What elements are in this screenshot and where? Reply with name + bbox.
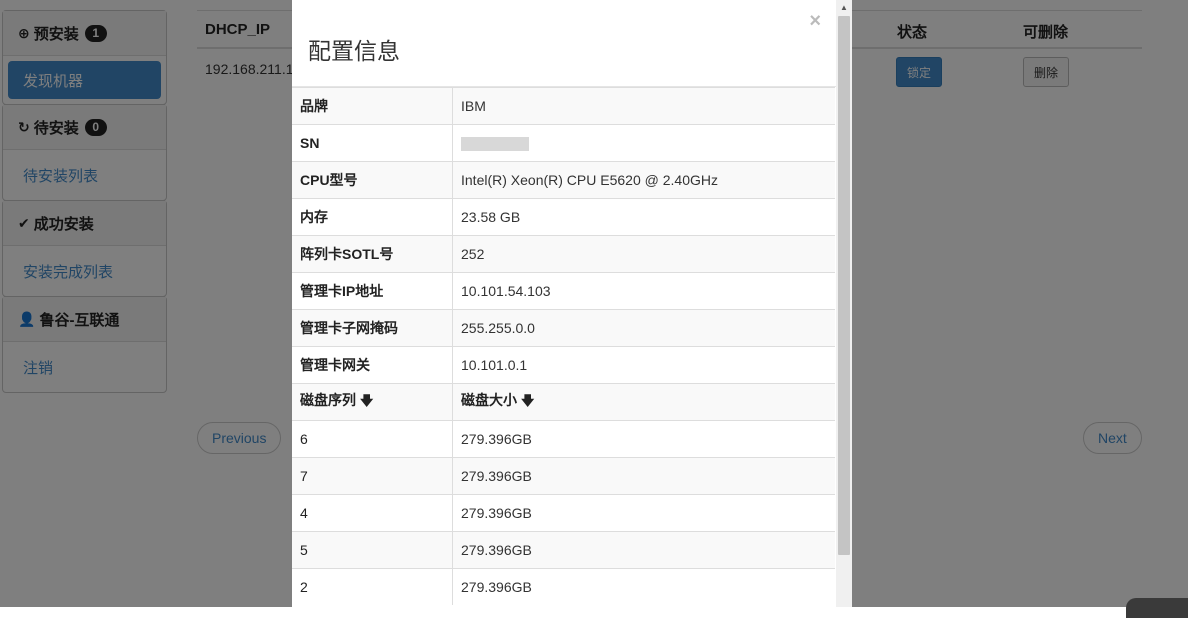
row-value: 10.101.54.103 [452, 272, 835, 310]
disk-size-label: 磁盘大小 [461, 392, 517, 408]
disk-serial-header[interactable]: 磁盘序列 🡇 [292, 383, 453, 421]
disk-size: 279.396GB [452, 420, 835, 458]
disk-row: 5 279.396GB [292, 531, 835, 569]
row-value: 255.255.0.0 [452, 309, 835, 347]
disk-size: 279.396GB [452, 457, 835, 495]
disk-row: 2 279.396GB [292, 568, 835, 605]
config-info-modal: 配置信息 × 品牌 IBM SN CPU型号 Intel(R) Xeon(R) … [292, 0, 836, 607]
disk-serial: 6 [292, 420, 453, 458]
table-row: 管理卡网关 10.101.0.1 [292, 346, 835, 384]
table-row: 管理卡子网掩码 255.255.0.0 [292, 309, 835, 347]
row-value: 23.58 GB [452, 198, 835, 236]
row-key: CPU型号 [292, 161, 453, 199]
row-key: 阵列卡SOTL号 [292, 235, 453, 273]
row-key: 管理卡网关 [292, 346, 453, 384]
scroll-up-arrow-icon[interactable]: ▲ [836, 0, 852, 14]
disk-serial: 2 [292, 568, 453, 605]
config-table: 品牌 IBM SN CPU型号 Intel(R) Xeon(R) CPU E56… [292, 87, 835, 605]
disk-size: 279.396GB [452, 568, 835, 605]
disk-serial: 5 [292, 531, 453, 569]
row-value: 252 [452, 235, 835, 273]
redacted-sn-block [461, 137, 529, 152]
disk-size: 279.396GB [452, 531, 835, 569]
row-value: Intel(R) Xeon(R) CPU E5620 @ 2.40GHz [452, 161, 835, 199]
table-row: 品牌 IBM [292, 87, 835, 125]
row-value: IBM [452, 87, 835, 125]
corner-widget [1126, 598, 1188, 618]
modal-title: 配置信息 [308, 38, 400, 64]
modal-header: 配置信息 × [292, 0, 836, 87]
scrollbar-thumb[interactable] [838, 16, 850, 555]
row-key: 品牌 [292, 87, 453, 125]
row-key: 管理卡子网掩码 [292, 309, 453, 347]
disk-row: 7 279.396GB [292, 457, 835, 495]
table-row: 内存 23.58 GB [292, 198, 835, 236]
table-row: 管理卡IP地址 10.101.54.103 [292, 272, 835, 310]
row-value-redacted [452, 124, 835, 162]
disk-size-header[interactable]: 磁盘大小 🡇 [452, 383, 835, 421]
disk-row: 4 279.396GB [292, 494, 835, 532]
table-row: SN [292, 124, 835, 162]
disk-serial: 4 [292, 494, 453, 532]
modal-scrollbar[interactable]: ▲ [836, 0, 852, 607]
row-key: 内存 [292, 198, 453, 236]
sort-down-arrow-icon: 🡇 [521, 393, 535, 408]
sort-down-arrow-icon: 🡇 [360, 393, 374, 408]
table-row: CPU型号 Intel(R) Xeon(R) CPU E5620 @ 2.40G… [292, 161, 835, 199]
disk-serial: 7 [292, 457, 453, 495]
close-icon[interactable]: × [809, 10, 821, 33]
table-row: 阵列卡SOTL号 252 [292, 235, 835, 273]
row-value: 10.101.0.1 [452, 346, 835, 384]
disk-header-row: 磁盘序列 🡇 磁盘大小 🡇 [292, 383, 835, 421]
row-key: SN [292, 124, 453, 162]
disk-row: 6 279.396GB [292, 420, 835, 458]
row-key: 管理卡IP地址 [292, 272, 453, 310]
disk-serial-label: 磁盘序列 [300, 392, 356, 408]
disk-size: 279.396GB [452, 494, 835, 532]
